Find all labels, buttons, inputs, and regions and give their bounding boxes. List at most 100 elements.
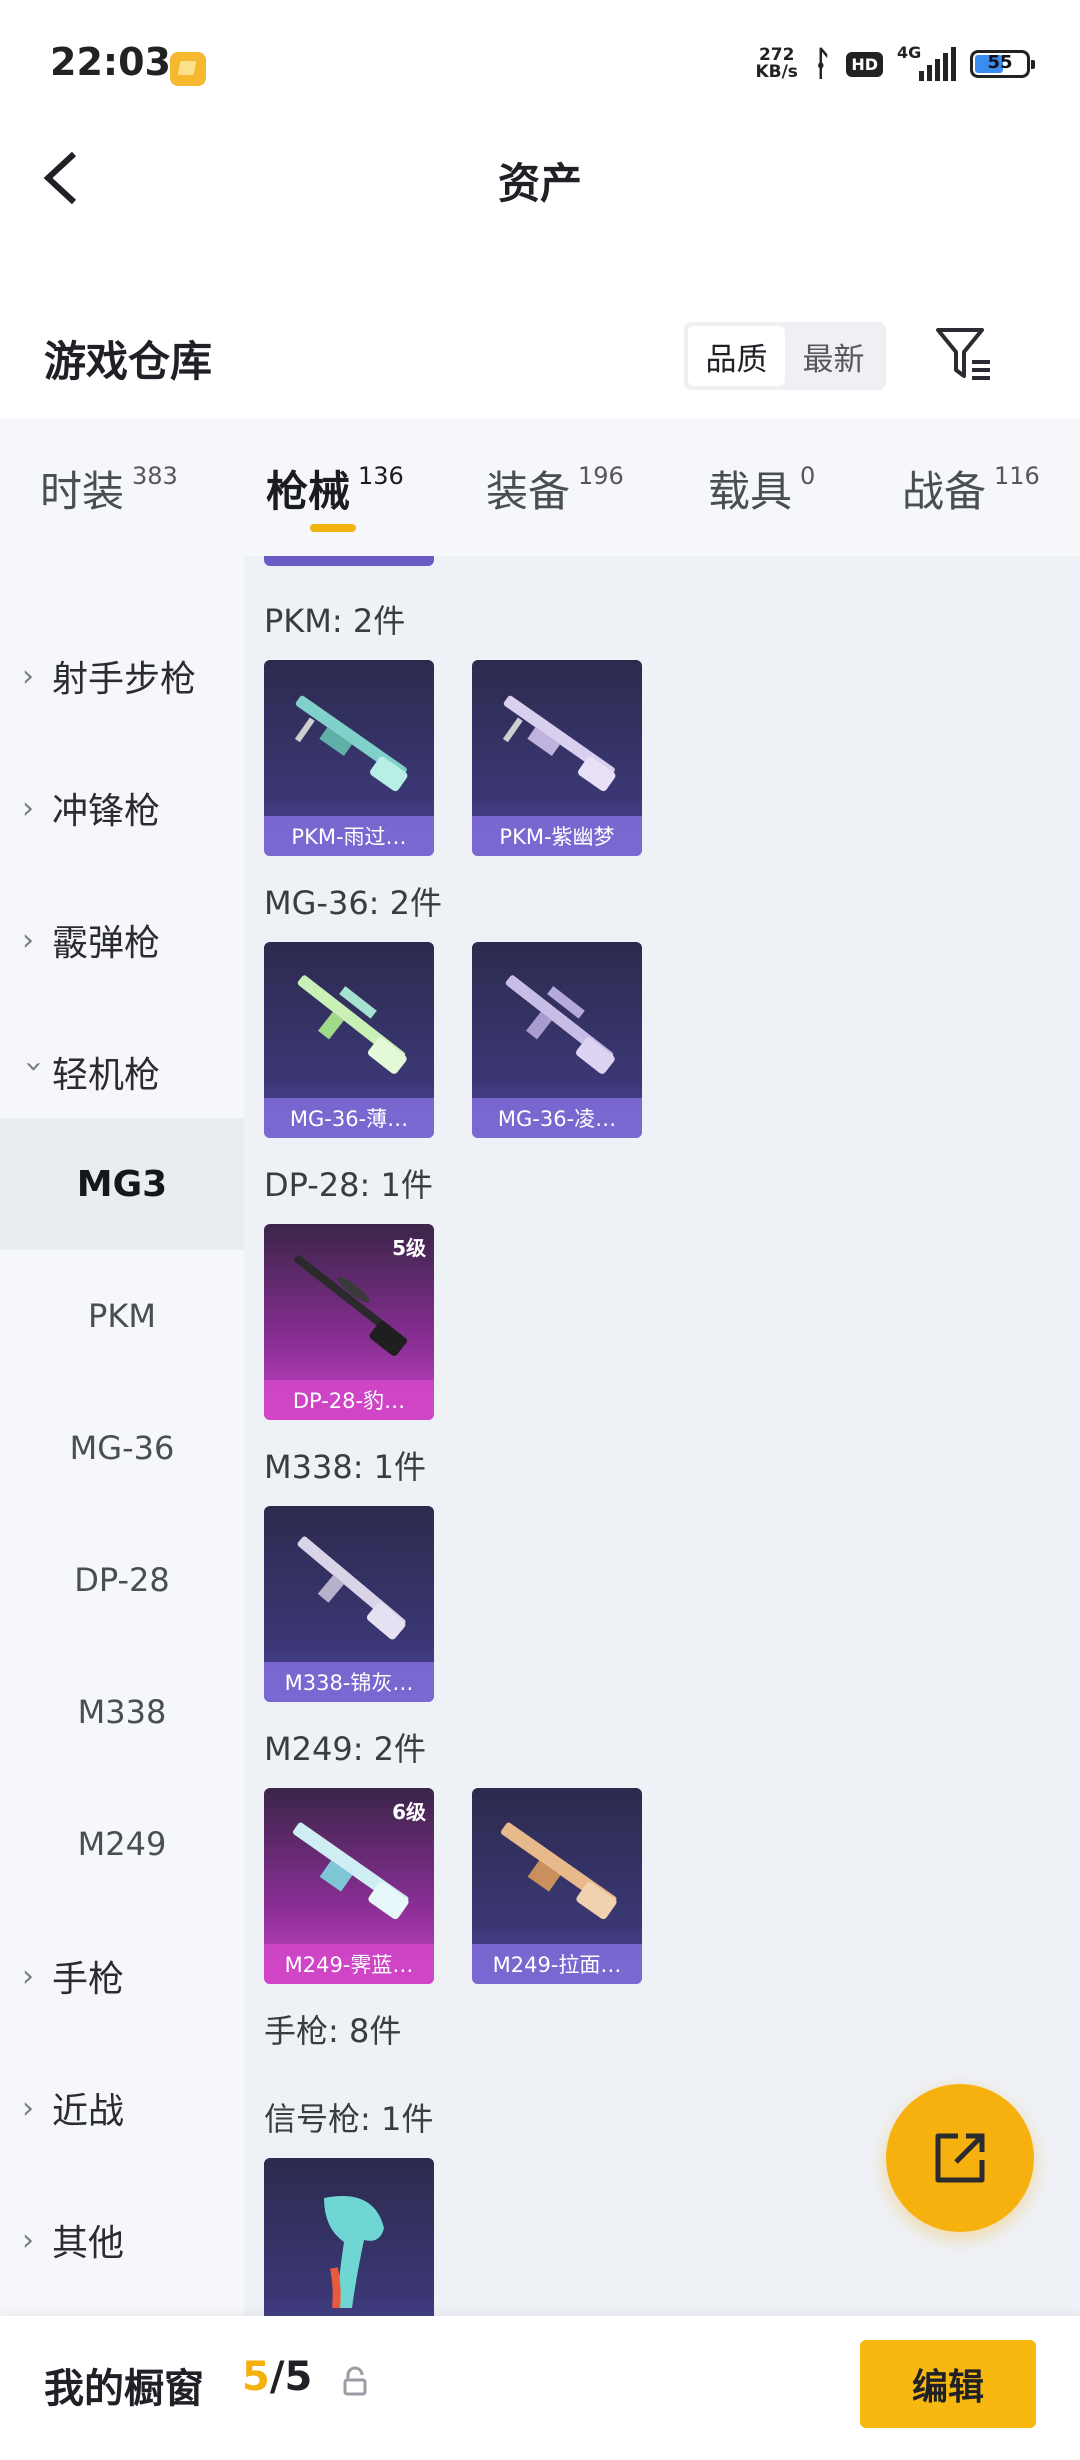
edit-button[interactable]: 编辑 xyxy=(860,2340,1036,2428)
gun-skin-image xyxy=(502,695,616,792)
weapon-card[interactable]: M338-锦灰… xyxy=(264,1506,434,1702)
group-caption: M338: 1件 xyxy=(264,1448,427,1486)
chevron-right-icon: › xyxy=(22,790,34,826)
tab-fashion[interactable]: 时装 383 xyxy=(40,458,178,519)
gun-skin-image xyxy=(501,1822,617,1920)
chevron-down-icon: › xyxy=(16,1060,52,1072)
weapon-card[interactable] xyxy=(264,2158,434,2316)
gun-skin-image xyxy=(297,1536,406,1640)
active-tab-indicator xyxy=(310,524,356,532)
weapon-card-name: MG-36-薄… xyxy=(264,1098,434,1138)
status-time: 22:03 xyxy=(50,40,171,84)
sidebar-item-pistol[interactable]: › 手枪 xyxy=(0,1910,244,2042)
sidebar-item-marksman-rifle[interactable]: › 射手步枪 xyxy=(0,610,244,742)
weapon-card[interactable]: 6级 M249-霁蓝… xyxy=(264,1788,434,1984)
sidebar-sub-dp28[interactable]: DP-28 xyxy=(0,1514,244,1646)
weapon-card[interactable]: MG-36-薄… xyxy=(264,942,434,1138)
sidebar-item-label: 轻机枪 xyxy=(52,1055,161,1096)
notification-app-icon xyxy=(170,52,206,86)
chevron-right-icon: › xyxy=(22,2090,34,2126)
sidebar-sub-mg3[interactable]: MG3 xyxy=(0,1118,244,1250)
weapon-grid: PKM: 2件 PKM-雨过… PKM-紫幽梦 MG-36: 2件 MG-36-… xyxy=(244,556,1080,2316)
sidebar-sub-pkm[interactable]: PKM xyxy=(0,1250,244,1382)
lock-icon xyxy=(343,2366,367,2396)
sidebar-sub-m338[interactable]: M338 xyxy=(0,1646,244,1778)
showcase-label: 我的橱窗 xyxy=(44,2366,204,2412)
battery-icon: 55 xyxy=(970,50,1035,78)
weapon-card-name: M249-霁蓝… xyxy=(264,1944,434,1984)
filter-icon[interactable] xyxy=(934,326,994,382)
weapon-level-badge: 6级 xyxy=(392,1800,426,1824)
weapon-card-name: PKM-雨过… xyxy=(264,816,434,856)
sidebar-item-label: 冲锋枪 xyxy=(52,791,161,832)
status-bar: 22:03 272 KB/s ᛛ HD 4G 55 xyxy=(0,0,1080,130)
sidebar-item-smg[interactable]: › 冲锋枪 xyxy=(0,742,244,874)
sidebar-item-label: 手枪 xyxy=(52,1959,125,2000)
page-title: 资产 xyxy=(497,159,582,208)
tab-equipment[interactable]: 装备 196 xyxy=(486,458,624,519)
group-caption: DP-28: 1件 xyxy=(264,1166,433,1204)
weapon-card-name: MG-36-凌… xyxy=(472,1098,642,1138)
tab-supplies[interactable]: 战备 116 xyxy=(902,458,1040,519)
signal-icon: 4G xyxy=(897,43,956,81)
gun-skin-image xyxy=(294,695,408,792)
tab-vehicles[interactable]: 载具 0 xyxy=(708,458,815,519)
showcase-count: 5/5 xyxy=(242,2354,312,2400)
weapon-card-name: DP-28-豹… xyxy=(264,1380,434,1420)
weapon-level-badge: 5级 xyxy=(392,1236,426,1260)
tab-label: 载具 xyxy=(708,467,793,516)
showcase-current: 5 xyxy=(242,2354,270,2400)
tab-label: 战备 xyxy=(902,467,987,516)
weapon-card[interactable]: PKM-紫幽梦 xyxy=(472,660,642,856)
weapon-card[interactable]: 5级 DP-28-豹… xyxy=(264,1224,434,1420)
weapon-card[interactable]: M249-拉面… xyxy=(472,1788,642,1984)
share-button[interactable] xyxy=(886,2084,1034,2232)
group-caption: 信号枪: 1件 xyxy=(264,2100,434,2138)
battery-level: 55 xyxy=(987,52,1013,73)
tab-label: 装备 xyxy=(486,467,571,516)
warehouse-title: 游戏仓库 xyxy=(44,337,213,386)
sidebar-item-shotgun[interactable]: › 霰弹枪 xyxy=(0,874,244,1006)
chevron-right-icon: › xyxy=(22,2222,34,2258)
weapon-card[interactable]: PKM-雨过… xyxy=(264,660,434,856)
chevron-right-icon: › xyxy=(22,1958,34,1994)
group-caption: PKM: 2件 xyxy=(264,602,406,640)
showcase-bar: 我的橱窗 5/5 编辑 xyxy=(0,2316,1080,2460)
sort-newest-option[interactable]: 最新 xyxy=(785,326,882,386)
chevron-right-icon: › xyxy=(22,922,34,958)
bluetooth-icon: ᛛ xyxy=(811,44,833,84)
sort-quality-option[interactable]: 品质 xyxy=(688,326,785,386)
group-caption: MG-36: 2件 xyxy=(264,884,442,922)
weapon-card-name: M338-锦灰… xyxy=(264,1662,434,1702)
sidebar-item-label: 近战 xyxy=(52,2091,125,2132)
gun-skin-image xyxy=(505,975,615,1074)
tab-count: 136 xyxy=(358,462,404,490)
network-type: 4G xyxy=(897,43,922,62)
net-speed-unit: KB/s xyxy=(755,62,798,82)
sidebar-sub-m249[interactable]: M249 xyxy=(0,1778,244,1910)
hd-icon: HD xyxy=(846,51,883,77)
tab-count: 116 xyxy=(994,462,1040,490)
sidebar-item-other[interactable]: › 其他 xyxy=(0,2174,244,2306)
sidebar-sub-mg36[interactable]: MG-36 xyxy=(0,1382,244,1514)
share-external-icon xyxy=(935,2133,985,2183)
status-icons: 272 KB/s ᛛ HD 4G 55 xyxy=(755,43,1035,84)
weapon-card-name: M249-拉面… xyxy=(472,1944,642,1984)
sidebar-item-label: 其他 xyxy=(52,2223,125,2264)
sidebar-item-melee[interactable]: › 近战 xyxy=(0,2042,244,2174)
tab-label: 枪械 xyxy=(266,467,351,516)
sidebar-item-label: 射手步枪 xyxy=(52,659,197,700)
weapon-card-name: PKM-紫幽梦 xyxy=(472,816,642,856)
gun-skin-image xyxy=(324,2196,384,2309)
chevron-right-icon: › xyxy=(22,658,34,694)
group-caption: 手枪: 8件 xyxy=(264,2012,402,2050)
showcase-total: /5 xyxy=(269,2354,313,2400)
net-speed: 272 KB/s xyxy=(755,47,797,81)
tab-count: 0 xyxy=(800,462,816,490)
previous-card-edge xyxy=(264,556,434,566)
weapon-type-sidebar: › 射手步枪 › 冲锋枪 › 霰弹枪 › 轻机枪 MG3 PKM MG-36 D… xyxy=(0,556,244,2316)
tab-firearms[interactable]: 枪械 136 xyxy=(266,458,404,519)
weapon-card[interactable]: MG-36-凌… xyxy=(472,942,642,1138)
tab-label: 时装 xyxy=(40,467,125,516)
gun-skin-image xyxy=(297,975,407,1074)
